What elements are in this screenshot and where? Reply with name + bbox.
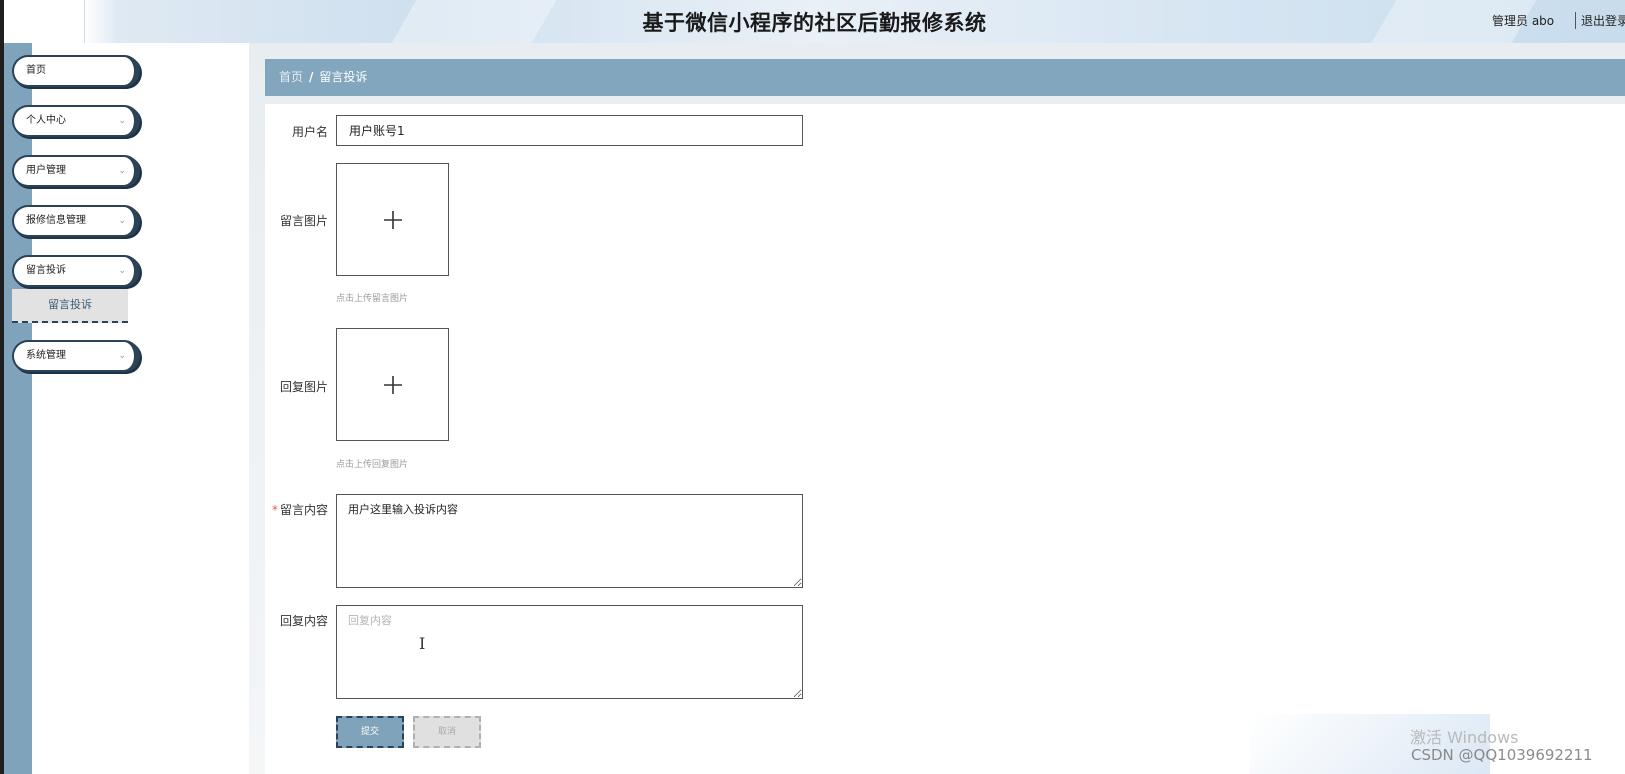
sidebar-item-label: 首页 — [26, 65, 46, 76]
cancel-button[interactable]: 取消 — [413, 716, 481, 748]
message-content-textarea[interactable]: 用户这里输入投诉内容 — [336, 494, 803, 588]
reply-image-upload[interactable] — [336, 328, 449, 441]
sidebar-item-label: 用户管理 — [26, 165, 66, 176]
chevron-down-icon: ⌄ — [118, 216, 126, 226]
breadcrumb-current: 留言投诉 — [319, 70, 368, 84]
message-image-upload[interactable] — [336, 163, 449, 276]
sidebar-item-label: 个人中心 — [26, 115, 66, 126]
sidebar-item-label: 系统管理 — [26, 350, 66, 361]
sidebar-subitem-complaints[interactable]: 留言投诉 — [12, 289, 128, 323]
app-title: 基于微信小程序的社区后勤报修系统 — [642, 11, 987, 35]
sidebar — [4, 43, 249, 774]
windows-activation-watermark: 激活 Windows — [1410, 728, 1519, 747]
reply-content-label: 回复内容 — [279, 614, 328, 628]
reply-content-textarea[interactable] — [336, 605, 803, 699]
required-mark: * — [271, 503, 278, 517]
sidebar-item-label: 报修信息管理 — [26, 215, 86, 226]
breadcrumb-home-link[interactable]: 首页 — [279, 70, 303, 84]
logout-button[interactable]: 退出登录 — [1575, 12, 1625, 29]
chevron-down-icon: ⌄ — [118, 116, 126, 126]
reply-image-label: 回复图片 — [279, 380, 328, 394]
message-image-hint: 点击上传留言图片 — [336, 294, 409, 304]
breadcrumb: 首页 / 留言投诉 — [265, 59, 1625, 96]
sidebar-item-system-management[interactable]: 系统管理 ⌄ — [12, 340, 140, 372]
current-user-label: 管理员 abo — [1492, 14, 1555, 28]
reply-image-hint: 点击上传回复图片 — [336, 460, 409, 470]
message-image-label: 留言图片 — [279, 214, 328, 228]
sidebar-item-home[interactable]: 首页 — [12, 55, 140, 87]
sidebar-rail — [4, 43, 32, 774]
plus-icon — [383, 210, 402, 229]
top-header: 基于微信小程序的社区后勤报修系统 管理员 abo 退出登录 — [4, 0, 1625, 44]
sidebar-item-label: 留言投诉 — [26, 265, 66, 276]
submit-button[interactable]: 提交 — [336, 716, 404, 748]
breadcrumb-separator: / — [309, 70, 314, 84]
chevron-down-icon: ⌄ — [118, 266, 126, 276]
text-cursor-icon: I — [419, 634, 426, 653]
csdn-watermark: CSDN @QQ1039692211 — [1411, 746, 1593, 764]
chevron-down-icon: ⌄ — [118, 351, 126, 361]
sidebar-item-complaints[interactable]: 留言投诉 ⌄ — [12, 255, 140, 287]
chevron-down-icon: ⌄ — [118, 166, 126, 176]
sidebar-item-personal-center[interactable]: 个人中心 ⌄ — [12, 105, 140, 137]
sidebar-item-repair-info-management[interactable]: 报修信息管理 ⌄ — [12, 205, 140, 237]
username-label: 用户名 — [291, 125, 328, 139]
plus-icon — [383, 375, 402, 394]
sidebar-item-user-management[interactable]: 用户管理 ⌄ — [12, 155, 140, 187]
username-input[interactable] — [336, 115, 803, 146]
message-content-label: * 留言内容 — [258, 501, 328, 518]
message-content-label-text: 留言内容 — [279, 503, 328, 517]
